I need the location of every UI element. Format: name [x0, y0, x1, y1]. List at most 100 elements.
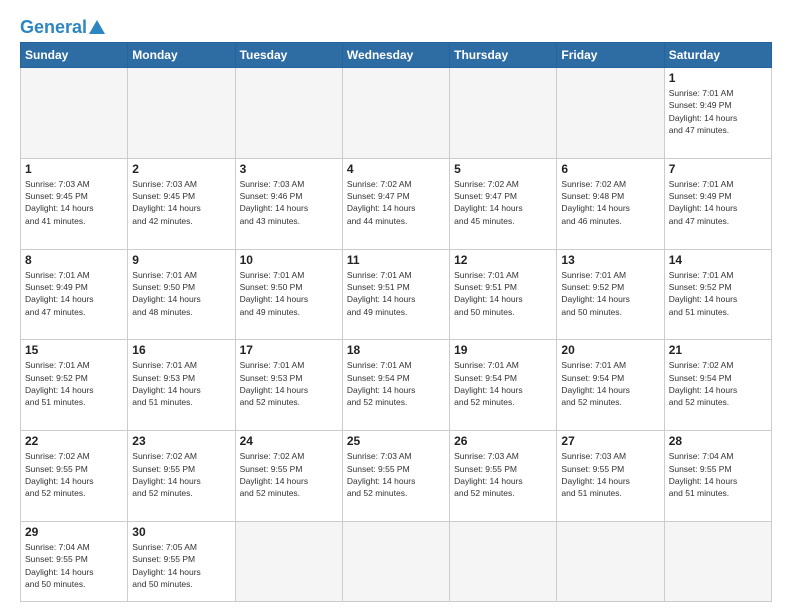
header: General [20, 18, 772, 36]
calendar-cell: 21 Sunrise: 7:02 AM Sunset: 9:54 PM Dayl… [664, 340, 771, 431]
day-number: 25 [347, 434, 445, 448]
day-number: 2 [132, 162, 230, 176]
day-info: Sunrise: 7:03 AM Sunset: 9:55 PM Dayligh… [347, 450, 445, 499]
calendar-cell: 4 Sunrise: 7:02 AM Sunset: 9:47 PM Dayli… [342, 158, 449, 249]
calendar-cell [450, 521, 557, 601]
calendar-cell: 1 Sunrise: 7:03 AM Sunset: 9:45 PM Dayli… [21, 158, 128, 249]
logo-text: General [20, 18, 87, 36]
logo-triangle-icon [89, 20, 105, 34]
day-number: 26 [454, 434, 552, 448]
calendar-row-1: 1 Sunrise: 7:03 AM Sunset: 9:45 PM Dayli… [21, 158, 772, 249]
calendar-cell: 11 Sunrise: 7:01 AM Sunset: 9:51 PM Dayl… [342, 249, 449, 340]
calendar-cell: 12 Sunrise: 7:01 AM Sunset: 9:51 PM Dayl… [450, 249, 557, 340]
calendar-cell [557, 521, 664, 601]
page: General SundayMondayTuesdayWednesdayThur… [0, 0, 792, 612]
day-header-wednesday: Wednesday [342, 43, 449, 68]
day-info: Sunrise: 7:03 AM Sunset: 9:45 PM Dayligh… [132, 178, 230, 227]
day-number: 8 [25, 253, 123, 267]
day-header-monday: Monday [128, 43, 235, 68]
calendar-cell [664, 521, 771, 601]
day-header-thursday: Thursday [450, 43, 557, 68]
calendar-cell: 27 Sunrise: 7:03 AM Sunset: 9:55 PM Dayl… [557, 431, 664, 522]
day-number: 16 [132, 343, 230, 357]
day-number: 21 [669, 343, 767, 357]
day-info: Sunrise: 7:01 AM Sunset: 9:51 PM Dayligh… [347, 269, 445, 318]
day-header-saturday: Saturday [664, 43, 771, 68]
day-header-tuesday: Tuesday [235, 43, 342, 68]
day-number: 7 [669, 162, 767, 176]
calendar-row-2: 8 Sunrise: 7:01 AM Sunset: 9:49 PM Dayli… [21, 249, 772, 340]
calendar-cell: 6 Sunrise: 7:02 AM Sunset: 9:48 PM Dayli… [557, 158, 664, 249]
day-number: 1 [25, 162, 123, 176]
calendar-cell: 10 Sunrise: 7:01 AM Sunset: 9:50 PM Dayl… [235, 249, 342, 340]
day-number: 17 [240, 343, 338, 357]
calendar-row-4: 22 Sunrise: 7:02 AM Sunset: 9:55 PM Dayl… [21, 431, 772, 522]
calendar-cell: 26 Sunrise: 7:03 AM Sunset: 9:55 PM Dayl… [450, 431, 557, 522]
day-info: Sunrise: 7:01 AM Sunset: 9:52 PM Dayligh… [669, 269, 767, 318]
logo-general: General [20, 17, 87, 37]
calendar-cell: 2 Sunrise: 7:03 AM Sunset: 9:45 PM Dayli… [128, 158, 235, 249]
day-info: Sunrise: 7:01 AM Sunset: 9:50 PM Dayligh… [240, 269, 338, 318]
day-info: Sunrise: 7:01 AM Sunset: 9:52 PM Dayligh… [561, 269, 659, 318]
day-number: 6 [561, 162, 659, 176]
calendar-row-3: 15 Sunrise: 7:01 AM Sunset: 9:52 PM Dayl… [21, 340, 772, 431]
day-info: Sunrise: 7:02 AM Sunset: 9:54 PM Dayligh… [669, 359, 767, 408]
day-info: Sunrise: 7:01 AM Sunset: 9:54 PM Dayligh… [561, 359, 659, 408]
day-number: 9 [132, 253, 230, 267]
calendar-cell: 3 Sunrise: 7:03 AM Sunset: 9:46 PM Dayli… [235, 158, 342, 249]
calendar-header-row: SundayMondayTuesdayWednesdayThursdayFrid… [21, 43, 772, 68]
logo: General [20, 18, 105, 36]
day-info: Sunrise: 7:01 AM Sunset: 9:53 PM Dayligh… [132, 359, 230, 408]
day-info: Sunrise: 7:01 AM Sunset: 9:52 PM Dayligh… [25, 359, 123, 408]
day-number: 12 [454, 253, 552, 267]
day-number: 23 [132, 434, 230, 448]
day-number: 4 [347, 162, 445, 176]
day-number: 30 [132, 525, 230, 539]
calendar-cell [557, 68, 664, 159]
day-info: Sunrise: 7:03 AM Sunset: 9:55 PM Dayligh… [454, 450, 552, 499]
calendar-cell: 17 Sunrise: 7:01 AM Sunset: 9:53 PM Dayl… [235, 340, 342, 431]
calendar-cell: 5 Sunrise: 7:02 AM Sunset: 9:47 PM Dayli… [450, 158, 557, 249]
calendar-cell: 16 Sunrise: 7:01 AM Sunset: 9:53 PM Dayl… [128, 340, 235, 431]
day-info: Sunrise: 7:01 AM Sunset: 9:50 PM Dayligh… [132, 269, 230, 318]
day-number: 20 [561, 343, 659, 357]
calendar-cell: 25 Sunrise: 7:03 AM Sunset: 9:55 PM Dayl… [342, 431, 449, 522]
calendar-cell: 29 Sunrise: 7:04 AM Sunset: 9:55 PM Dayl… [21, 521, 128, 601]
day-number: 29 [25, 525, 123, 539]
day-info: Sunrise: 7:01 AM Sunset: 9:49 PM Dayligh… [669, 178, 767, 227]
day-number: 3 [240, 162, 338, 176]
day-info: Sunrise: 7:01 AM Sunset: 9:49 PM Dayligh… [25, 269, 123, 318]
calendar-row-5: 29 Sunrise: 7:04 AM Sunset: 9:55 PM Dayl… [21, 521, 772, 601]
day-number: 19 [454, 343, 552, 357]
day-info: Sunrise: 7:02 AM Sunset: 9:47 PM Dayligh… [454, 178, 552, 227]
day-header-friday: Friday [557, 43, 664, 68]
calendar-cell: 23 Sunrise: 7:02 AM Sunset: 9:55 PM Dayl… [128, 431, 235, 522]
calendar-table: SundayMondayTuesdayWednesdayThursdayFrid… [20, 42, 772, 602]
calendar-row-0: 1 Sunrise: 7:01 AM Sunset: 9:49 PM Dayli… [21, 68, 772, 159]
calendar-cell: 14 Sunrise: 7:01 AM Sunset: 9:52 PM Dayl… [664, 249, 771, 340]
day-info: Sunrise: 7:02 AM Sunset: 9:47 PM Dayligh… [347, 178, 445, 227]
calendar-cell: 1 Sunrise: 7:01 AM Sunset: 9:49 PM Dayli… [664, 68, 771, 159]
day-info: Sunrise: 7:04 AM Sunset: 9:55 PM Dayligh… [669, 450, 767, 499]
day-info: Sunrise: 7:01 AM Sunset: 9:51 PM Dayligh… [454, 269, 552, 318]
calendar-cell: 22 Sunrise: 7:02 AM Sunset: 9:55 PM Dayl… [21, 431, 128, 522]
calendar-cell: 24 Sunrise: 7:02 AM Sunset: 9:55 PM Dayl… [235, 431, 342, 522]
calendar-cell [128, 68, 235, 159]
day-number: 1 [669, 71, 767, 85]
day-number: 14 [669, 253, 767, 267]
day-info: Sunrise: 7:04 AM Sunset: 9:55 PM Dayligh… [25, 541, 123, 590]
calendar-cell: 15 Sunrise: 7:01 AM Sunset: 9:52 PM Dayl… [21, 340, 128, 431]
calendar-cell [235, 68, 342, 159]
day-number: 10 [240, 253, 338, 267]
day-number: 24 [240, 434, 338, 448]
calendar-cell: 8 Sunrise: 7:01 AM Sunset: 9:49 PM Dayli… [21, 249, 128, 340]
day-info: Sunrise: 7:02 AM Sunset: 9:55 PM Dayligh… [25, 450, 123, 499]
day-number: 5 [454, 162, 552, 176]
day-info: Sunrise: 7:01 AM Sunset: 9:54 PM Dayligh… [347, 359, 445, 408]
calendar-cell: 9 Sunrise: 7:01 AM Sunset: 9:50 PM Dayli… [128, 249, 235, 340]
day-number: 28 [669, 434, 767, 448]
calendar-cell [342, 521, 449, 601]
day-info: Sunrise: 7:03 AM Sunset: 9:55 PM Dayligh… [561, 450, 659, 499]
calendar-cell [450, 68, 557, 159]
calendar-cell: 13 Sunrise: 7:01 AM Sunset: 9:52 PM Dayl… [557, 249, 664, 340]
